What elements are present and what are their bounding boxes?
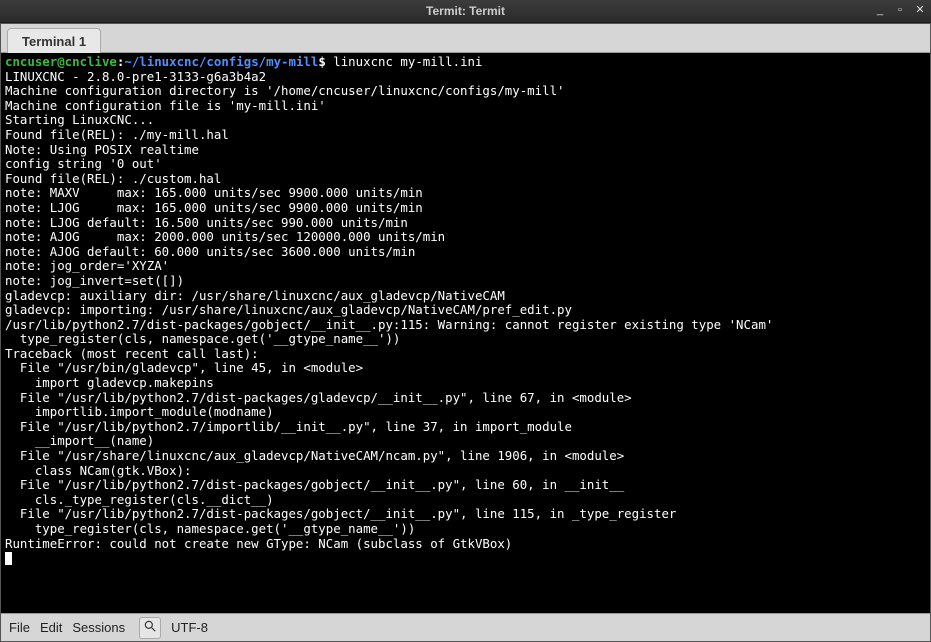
encoding-label[interactable]: UTF-8 bbox=[171, 620, 208, 635]
prompt-path: ~/linuxcnc/configs/my-mill bbox=[124, 54, 318, 69]
prompt-sep2: $ bbox=[318, 54, 333, 69]
maximize-button[interactable]: ▫ bbox=[893, 3, 907, 17]
terminal-view[interactable]: cncuser@cnclive:~/linuxcnc/configs/my-mi… bbox=[1, 53, 930, 613]
status-bar: File Edit Sessions UTF-8 bbox=[1, 613, 930, 641]
cursor bbox=[5, 552, 12, 565]
prompt-user: cncuser@cnclive bbox=[5, 54, 117, 69]
window-titlebar: Termit: Termit _ ▫ ✕ bbox=[0, 0, 931, 23]
menu-file[interactable]: File bbox=[9, 620, 30, 635]
menu-sessions[interactable]: Sessions bbox=[72, 620, 125, 635]
search-icon bbox=[143, 619, 157, 636]
menu-edit[interactable]: Edit bbox=[40, 620, 62, 635]
search-button[interactable] bbox=[139, 617, 161, 639]
terminal-output: LINUXCNC - 2.8.0-pre1-3133-g6a3b4a2 Mach… bbox=[5, 69, 773, 551]
tab-bar: Terminal 1 bbox=[1, 24, 930, 53]
client-area: Terminal 1 cncuser@cnclive:~/linuxcnc/co… bbox=[0, 23, 931, 642]
close-button[interactable]: ✕ bbox=[913, 3, 927, 17]
prompt-command: linuxcnc my-mill.ini bbox=[333, 54, 482, 69]
window-title: Termit: Termit bbox=[0, 4, 931, 18]
minimize-button[interactable]: _ bbox=[873, 3, 887, 17]
tab-terminal-1[interactable]: Terminal 1 bbox=[7, 28, 101, 53]
